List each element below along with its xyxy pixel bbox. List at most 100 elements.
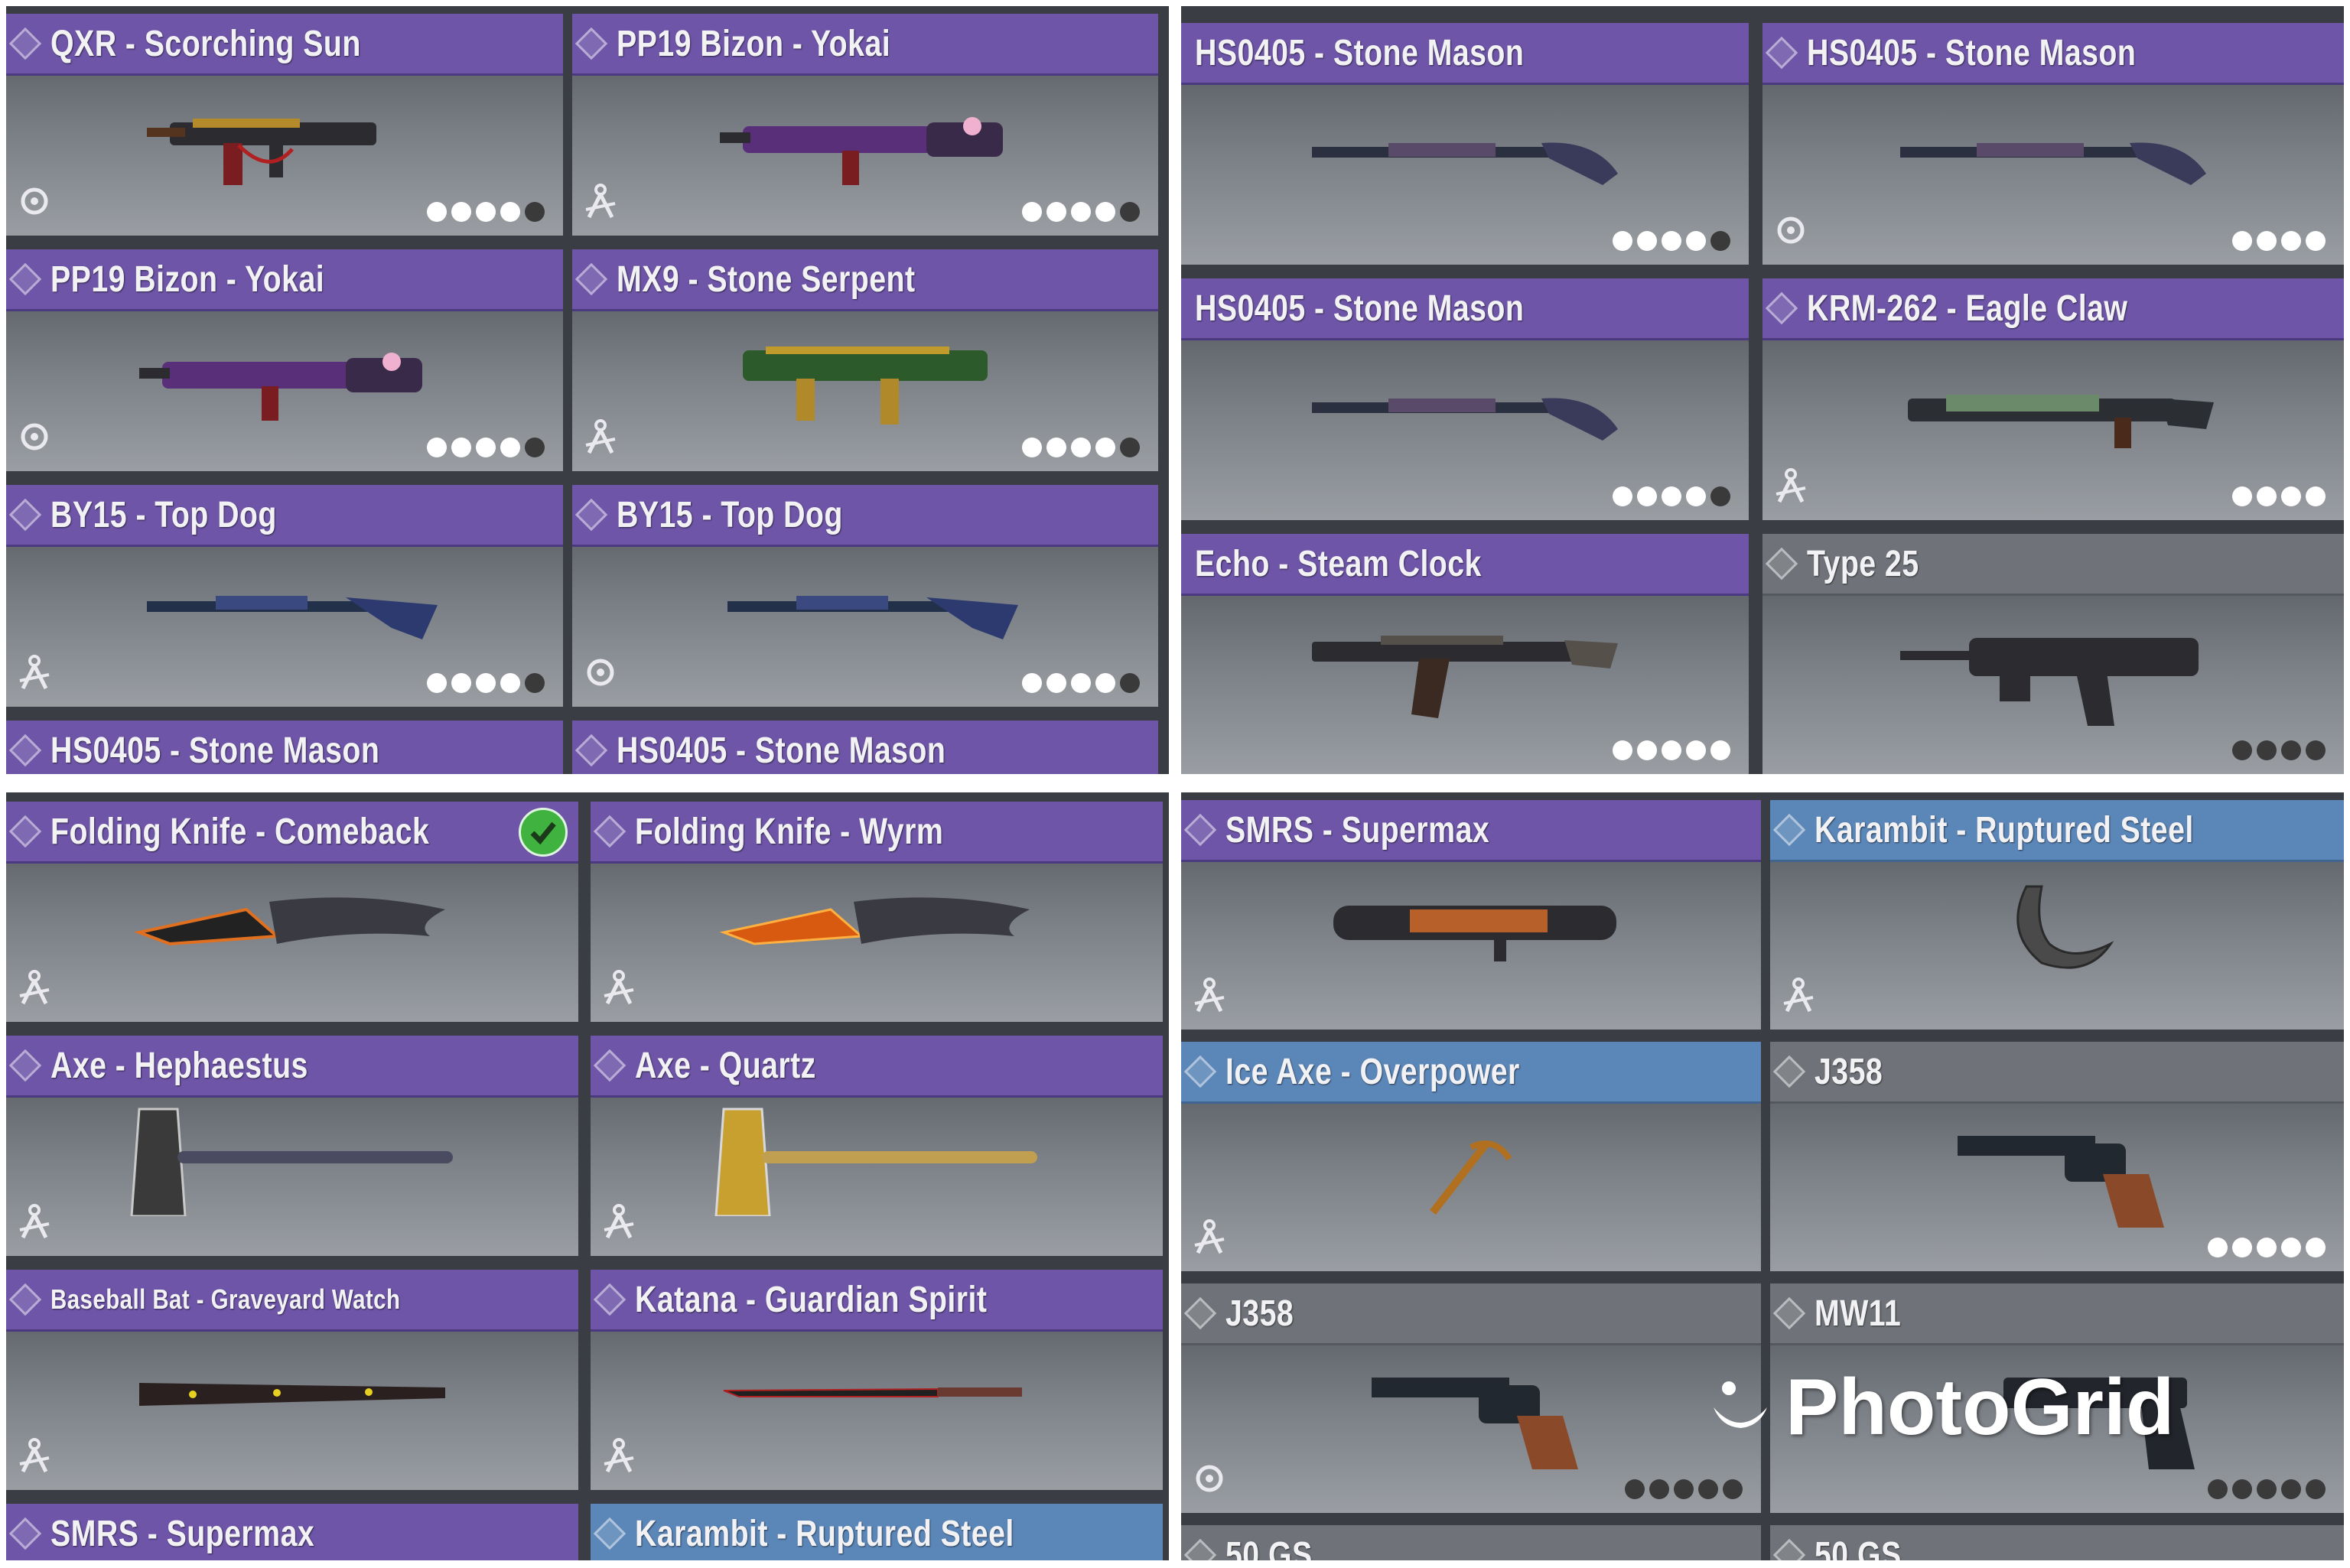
card-j358[interactable]: J358	[1770, 1042, 2344, 1271]
card-title: HS0405 - Stone Mason	[1195, 288, 1525, 329]
card-hs0405-stone-mason-tr1[interactable]: HS0405 - Stone Mason	[1181, 23, 1749, 265]
smg-icon	[139, 353, 422, 421]
gear-icon	[1196, 1465, 1223, 1492]
smg-icon	[743, 346, 988, 425]
panel-top-left: QXR - Scorching Sun PP19 Bizon - Yokai P…	[6, 6, 1169, 774]
card-karambit-ruptured-steel[interactable]: Karambit - Ruptured Steel	[591, 1504, 1163, 1560]
compass-icon	[1776, 468, 1806, 503]
card-hs0405-stone-mason-2[interactable]: HS0405 - Stone Mason	[572, 721, 1158, 774]
compass-icon	[604, 970, 634, 1005]
axe-icon	[130, 1108, 453, 1217]
card-hs0405-stone-mason[interactable]: HS0405 - Stone Mason	[6, 721, 563, 774]
rarity-diamond-icon	[593, 815, 627, 848]
card-hs0405-stone-mason-tr2[interactable]: HS0405 - Stone Mason	[1762, 23, 2344, 265]
gear-icon	[1777, 216, 1805, 244]
check-icon	[519, 808, 568, 857]
card-title: SMRS - Supermax	[1225, 809, 1490, 851]
card-qxr-scorching-sun[interactable]: QXR - Scorching Sun	[6, 14, 563, 236]
rarity-diamond-icon	[593, 1517, 627, 1550]
card-title: Axe - Hephaestus	[50, 1045, 308, 1086]
card-by15-top-dog[interactable]: BY15 - Top Dog	[6, 485, 563, 707]
rarity-diamond-icon	[1772, 813, 1806, 847]
card-title: HS0405 - Stone Mason	[50, 730, 380, 771]
card-pp19-bizon-yokai-2[interactable]: PP19 Bizon - Yokai	[6, 249, 563, 471]
shotgun-icon	[1312, 142, 1618, 185]
card-folding-knife-comeback[interactable]: Folding Knife - Comeback	[6, 802, 578, 1022]
card-title: PP19 Bizon - Yokai	[50, 259, 325, 300]
compass-icon	[19, 970, 50, 1005]
launcher-icon	[1333, 906, 1616, 961]
gear-icon	[21, 423, 48, 451]
card-title: Type 25	[1807, 543, 1919, 584]
card-folding-knife-wyrm[interactable]: Folding Knife - Wyrm	[591, 802, 1163, 1022]
compass-icon	[604, 1438, 634, 1473]
card-title: BY15 - Top Dog	[617, 494, 843, 535]
rating-dots	[2232, 740, 2326, 760]
rating-dots	[2232, 231, 2326, 251]
rarity-diamond-icon	[1772, 1538, 1806, 1560]
card-title: 50 GS	[1225, 1534, 1313, 1561]
card-title: MW11	[1815, 1293, 1902, 1334]
shotgun-icon	[727, 596, 1018, 640]
card-50-gs-2[interactable]: 50 GS	[1770, 1525, 2344, 1560]
rarity-diamond-icon	[1765, 36, 1798, 70]
rarity-diamond-icon	[8, 1517, 42, 1550]
watermark: PhotoGrid	[1706, 1361, 2195, 1453]
bat-icon	[139, 1383, 445, 1407]
rarity-diamond-icon	[1183, 1538, 1217, 1560]
card-title: Axe - Quartz	[635, 1045, 816, 1086]
rating-dots	[1613, 231, 1730, 251]
rating-dots	[1022, 202, 1140, 222]
compass-icon	[19, 655, 50, 690]
compass-icon	[1194, 978, 1225, 1013]
card-title: J358	[1815, 1051, 1883, 1092]
card-ice-axe-overpower[interactable]: Ice Axe - Overpower	[1181, 1042, 1761, 1271]
compass-icon	[19, 1204, 50, 1239]
card-axe-hephaestus[interactable]: Axe - Hephaestus	[6, 1036, 578, 1256]
card-krm-262-eagle-claw[interactable]: KRM-262 - Eagle Claw	[1762, 278, 2344, 520]
card-title: HS0405 - Stone Mason	[1807, 32, 2137, 73]
rarity-diamond-icon	[8, 815, 42, 848]
card-title: QXR - Scorching Sun	[50, 23, 361, 64]
card-smrs-supermax[interactable]: SMRS - Supermax	[6, 1504, 578, 1560]
compass-icon	[604, 1204, 634, 1239]
rarity-diamond-icon	[574, 734, 608, 767]
rarity-diamond-icon	[8, 27, 42, 60]
rarity-diamond-icon	[593, 1283, 627, 1316]
rarity-diamond-icon	[1772, 1296, 1806, 1330]
compass-icon	[1783, 978, 1814, 1013]
rarity-diamond-icon	[593, 1049, 627, 1082]
card-j358-2[interactable]: J358	[1181, 1283, 1761, 1513]
card-title: Katana - Guardian Spirit	[635, 1279, 988, 1320]
panel-bottom-left: Folding Knife - Comeback Folding Knife -…	[6, 792, 1169, 1560]
card-echo-steam-clock[interactable]: Echo - Steam Clock	[1181, 534, 1749, 774]
axe-icon	[714, 1108, 1037, 1217]
rarity-diamond-icon	[574, 262, 608, 296]
card-50-gs[interactable]: 50 GS	[1181, 1525, 1761, 1560]
compass-icon	[585, 184, 616, 219]
rarity-diamond-icon	[574, 498, 608, 532]
card-title: Echo - Steam Clock	[1195, 543, 1482, 584]
card-title: J358	[1225, 1293, 1294, 1334]
card-title: Karambit - Ruptured Steel	[1815, 809, 2194, 851]
card-pp19-bizon-yokai[interactable]: PP19 Bizon - Yokai	[572, 14, 1158, 236]
card-hs0405-stone-mason-tr3[interactable]: HS0405 - Stone Mason	[1181, 278, 1749, 520]
card-by15-top-dog-2[interactable]: BY15 - Top Dog	[572, 485, 1158, 707]
card-axe-quartz[interactable]: Axe - Quartz	[591, 1036, 1163, 1256]
card-title: HS0405 - Stone Mason	[617, 730, 946, 771]
card-type-25[interactable]: Type 25	[1762, 534, 2344, 774]
knife-icon	[719, 897, 1030, 945]
karambit-icon	[2016, 885, 2114, 969]
card-title: Baseball Bat - Graveyard Watch	[50, 1283, 401, 1315]
card-baseball-bat-graveyard-watch[interactable]: Baseball Bat - Graveyard Watch	[6, 1270, 578, 1490]
shotgun-icon	[147, 596, 438, 640]
card-katana-guardian-spirit[interactable]: Katana - Guardian Spirit	[591, 1270, 1163, 1490]
katana-icon	[723, 1387, 1022, 1398]
smg-icon	[720, 117, 1003, 186]
panel-top-right: HS0405 - Stone Mason HS0405 - Stone Maso…	[1181, 6, 2344, 774]
revolver-icon	[1372, 1378, 1578, 1469]
card-karambit-ruptured-steel-br[interactable]: Karambit - Ruptured Steel	[1770, 800, 2344, 1030]
compass-icon	[585, 419, 616, 454]
card-mx9-stone-serpent[interactable]: MX9 - Stone Serpent	[572, 249, 1158, 471]
card-smrs-supermax-br[interactable]: SMRS - Supermax	[1181, 800, 1761, 1030]
